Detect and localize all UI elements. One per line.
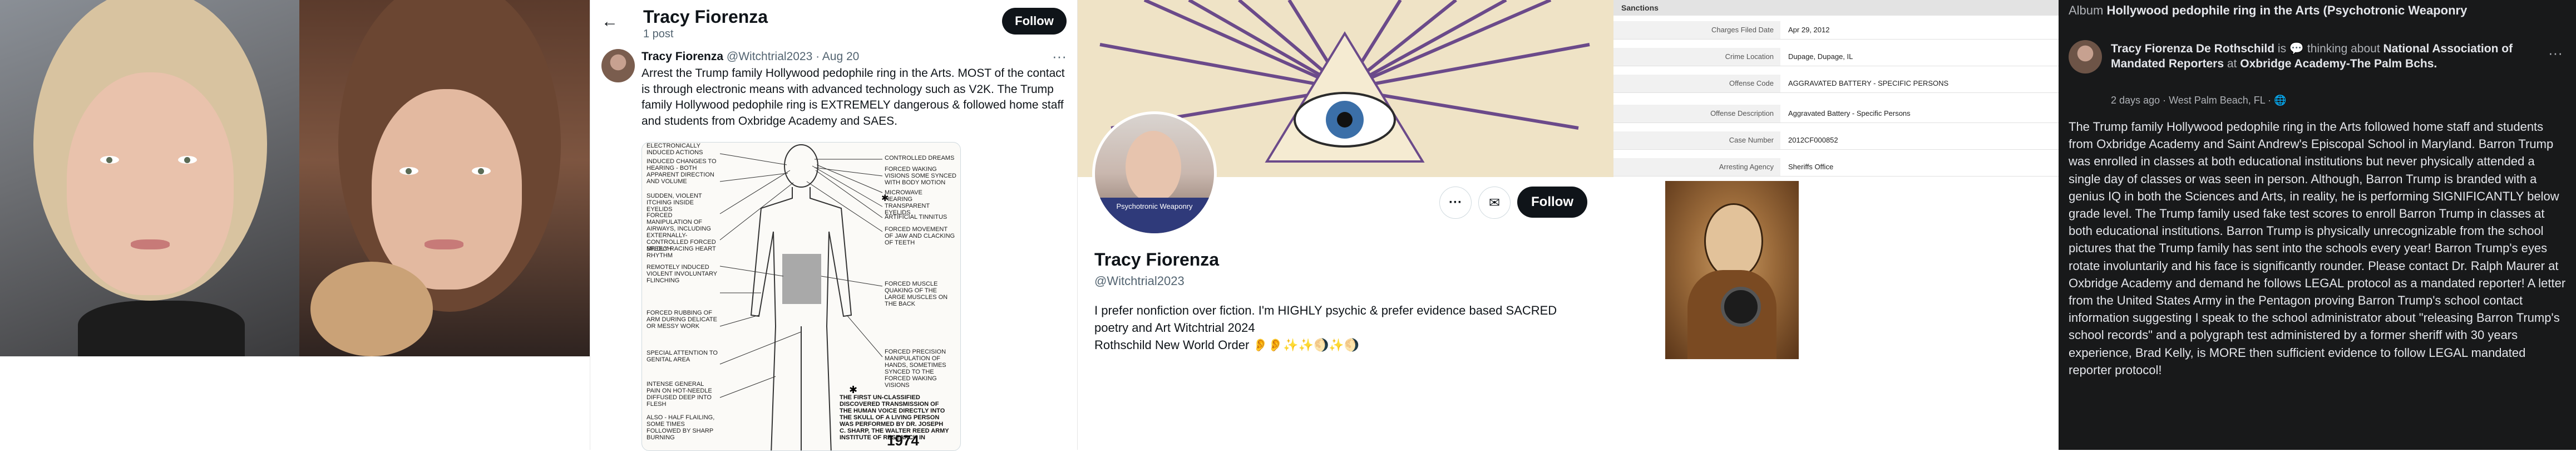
mail-icon[interactable]: ✉ bbox=[1478, 187, 1511, 219]
diagram-label: ARTIFICIAL TINNITUS bbox=[885, 214, 948, 220]
record-label: Charges Filed Date bbox=[1613, 21, 1780, 39]
record-value: Dupage, Dupage, IL bbox=[1788, 52, 1853, 61]
profile-avatar[interactable]: Psychotronic Weaponry bbox=[1092, 111, 1217, 236]
more-icon[interactable]: ··· bbox=[2548, 45, 2563, 62]
selfie-photo-2 bbox=[299, 0, 590, 356]
svg-text:✱: ✱ bbox=[849, 384, 857, 395]
dog-shape bbox=[310, 262, 433, 356]
more-icon[interactable]: ··· bbox=[1439, 187, 1472, 219]
eye-right-2 bbox=[472, 167, 491, 175]
record-value: Aggravated Battery - Specific Persons bbox=[1788, 109, 1911, 117]
more-icon[interactable]: ··· bbox=[1052, 48, 1067, 65]
back-arrow-icon[interactable]: ← bbox=[601, 12, 618, 31]
post-header-line: Tracy Fiorenza De Rothschild is 💬 thinki… bbox=[2111, 41, 2556, 71]
post-at-word: at bbox=[2224, 57, 2241, 70]
diagram-label: INDUCED CHANGES TO HEARING - BOTH APPARE… bbox=[647, 158, 717, 185]
tweet-media-diagram[interactable]: ✱ ✱ ELECTRONICALLY INDUCED ACTIONS INDUC… bbox=[641, 142, 961, 451]
avatar-face bbox=[1126, 131, 1181, 203]
profile-bio: I prefer nonfiction over fiction. I'm HI… bbox=[1094, 303, 1557, 352]
tweet-author-line: Tracy Fiorenza @Witchtrial2023 · Aug 20 bbox=[641, 50, 859, 63]
diagram-label: ALSO - HALF FLAILING, SOME TIMES FOLLOWE… bbox=[647, 414, 715, 441]
record-value: AGGRAVATED BATTERY - SPECIFIC PERSONS bbox=[1788, 79, 1949, 87]
profile-handle: @Witchtrial2023 bbox=[1094, 274, 1185, 288]
diagram-label: MICROWAVE HEARING bbox=[885, 189, 922, 203]
diagram-label: ELECTRONICALLY INDUCED ACTIONS bbox=[647, 143, 703, 156]
record-label: Crime Location bbox=[1613, 48, 1780, 66]
face-shape bbox=[67, 72, 234, 295]
diagram-label: FORCED WAKING VISIONS SOME SYNCED WITH B… bbox=[885, 166, 956, 186]
record-label: Offense Code bbox=[1613, 75, 1780, 92]
tweet-text: Arrest the Trump family Hollywood pedoph… bbox=[641, 67, 1065, 128]
art-face bbox=[1704, 203, 1763, 279]
eye-left bbox=[100, 156, 119, 164]
post-meta: 2 days ago · West Palm Beach, FL · 🌐 bbox=[2111, 95, 2287, 106]
diagram-label: SUDDEN, VIOLENT ITCHING INSIDE EYELIDS bbox=[647, 193, 702, 213]
eye-right bbox=[178, 156, 197, 164]
face-shape-2 bbox=[372, 89, 522, 290]
follow-button[interactable]: Follow bbox=[1517, 187, 1587, 218]
record-label: Case Number bbox=[1613, 131, 1780, 149]
top-clothing bbox=[78, 301, 245, 356]
lips bbox=[131, 239, 170, 249]
avatar[interactable] bbox=[601, 49, 635, 82]
record-value: Apr 29, 2012 bbox=[1788, 26, 1830, 34]
lips-2 bbox=[425, 239, 463, 249]
selfie-photo-1 bbox=[0, 0, 299, 356]
post-text: The Trump family Hollywood pedophile rin… bbox=[2069, 120, 2566, 377]
post-author[interactable]: Tracy Fiorenza De Rothschild bbox=[2111, 42, 2274, 55]
album-prefix: Album bbox=[2069, 3, 2104, 17]
diagram-label: FORCED PRECISION MANIPULATION OF HANDS, … bbox=[885, 349, 946, 389]
album-title-line: Album Hollywood pedophile ring in the Ar… bbox=[2069, 3, 2467, 18]
record-value: Sheriffs Office bbox=[1788, 163, 1834, 171]
artwork-image bbox=[1665, 181, 1799, 359]
diagram-label: FORCED RUBBING OF ARM DURING DELICATE OR… bbox=[647, 310, 717, 330]
diagram-label: CONTROLLED DREAMS bbox=[885, 155, 955, 161]
tweet-panel: ← Tracy Fiorenza 1 post Follow Tracy Fio… bbox=[590, 0, 1078, 451]
art-gun-muzzle bbox=[1721, 287, 1761, 327]
diagram-label: SPECIAL ATTENTION TO GENITAL AREA bbox=[647, 350, 718, 363]
record-value: 2012CF000852 bbox=[1788, 136, 1838, 144]
facebook-post-panel: Album Hollywood pedophile ring in the Ar… bbox=[2059, 0, 2576, 450]
tweet-author-meta: @Witchtrial2023 · Aug 20 bbox=[726, 50, 860, 63]
follow-button[interactable]: Follow bbox=[1002, 8, 1067, 35]
post-place[interactable]: Oxbridge Academy-The Palm Bchs. bbox=[2240, 57, 2437, 70]
eye-left-2 bbox=[399, 167, 418, 175]
diagram-label: FORCED MOVEMENT OF JAW AND CLACKING OF T… bbox=[885, 226, 955, 246]
tweet-author-name[interactable]: Tracy Fiorenza bbox=[641, 50, 723, 63]
header-post-count: 1 post bbox=[643, 28, 674, 40]
diagram-label: MILDLY RACING HEART RHYTHM bbox=[647, 246, 716, 259]
header-name: Tracy Fiorenza bbox=[643, 7, 768, 27]
diagram-year: 1974 bbox=[887, 432, 919, 449]
record-label: Offense Description bbox=[1613, 105, 1780, 122]
profile-panel: Psychotronic Weaponry ··· ✉ Follow Tracy… bbox=[1077, 0, 1614, 450]
post-activity: is 💬 thinking about bbox=[2274, 42, 2383, 55]
profile-name: Tracy Fiorenza bbox=[1094, 249, 1220, 269]
diagram-label: REMOTELY INDUCED VIOLENT INVOLUNTARY FLI… bbox=[647, 264, 717, 284]
diagram-label: INTENSE GENERAL PAIN ON HOT-NEEDLE DIFFU… bbox=[647, 381, 712, 408]
avatar-caption: Psychotronic Weaponry bbox=[1095, 198, 1214, 233]
record-label: Arresting Agency bbox=[1613, 158, 1780, 176]
avatar[interactable] bbox=[2069, 40, 2102, 73]
album-title[interactable]: Hollywood pedophile ring in the Arts (Ps… bbox=[2106, 3, 2467, 17]
diagram-label: FORCED MUSCLE QUAKING OF THE LARGE MUSCL… bbox=[885, 281, 948, 307]
